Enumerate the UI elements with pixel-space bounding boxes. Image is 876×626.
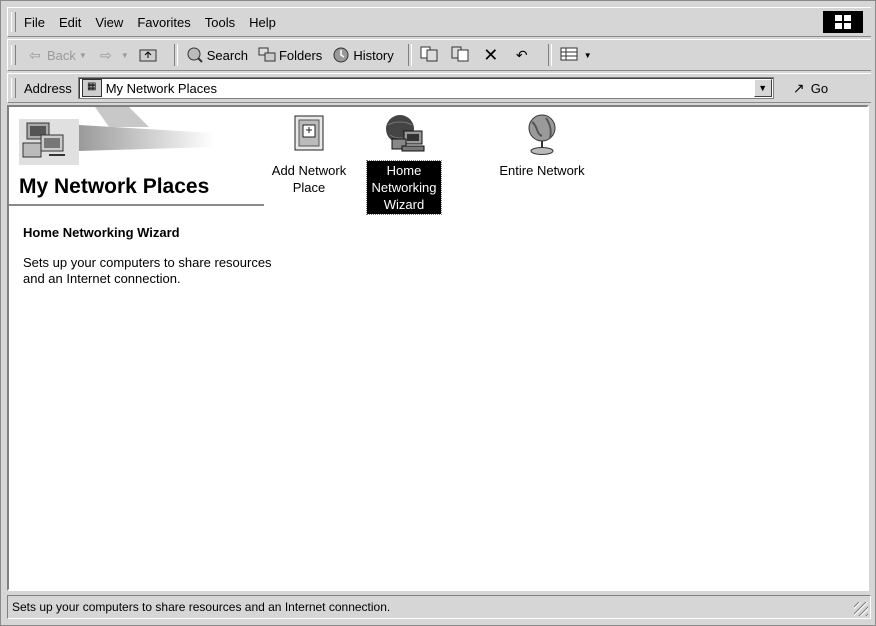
menu-bar-grip[interactable]	[11, 12, 16, 32]
toolbar-separator	[173, 44, 178, 66]
explorer-window: File Edit View Favorites Tools Help ⇦ Ba…	[0, 0, 876, 626]
item-add-network-place[interactable]: Add Network Place	[264, 111, 354, 197]
status-text: Sets up your computers to share resource…	[12, 600, 391, 614]
back-dropdown-icon[interactable]: ▼	[79, 51, 87, 60]
address-dropdown-button[interactable]: ▼	[753, 79, 772, 97]
network-places-banner-icon	[19, 107, 214, 165]
item-entire-network[interactable]: Entire Network	[497, 111, 587, 180]
search-button[interactable]: Search	[184, 42, 250, 68]
title-divider	[9, 204, 264, 206]
selected-item-description: Sets up your computers to share resource…	[23, 255, 272, 286]
menu-bar: File Edit View Favorites Tools Help	[7, 7, 871, 37]
network-places-icon: ▦	[81, 79, 102, 97]
views-dropdown-icon[interactable]: ▼	[584, 51, 592, 60]
address-label: Address	[24, 80, 72, 96]
toolbar-grip[interactable]	[11, 45, 16, 65]
back-button[interactable]: ⇦ Back ▼	[24, 42, 89, 68]
standard-toolbar: ⇦ Back ▼ ⇨ ▼ Search Folders History ✕ ↶ …	[7, 39, 871, 71]
back-arrow-icon: ⇦	[29, 47, 41, 63]
search-icon	[186, 46, 204, 64]
item-label: Add Network Place	[271, 163, 347, 195]
address-field[interactable]: ▦ My Network Places ▼	[77, 77, 774, 99]
delete-x-icon: ✕	[483, 45, 499, 65]
forward-arrow-icon: ⇨	[99, 47, 112, 63]
folders-button[interactable]: Folders	[256, 42, 324, 68]
windows-logo-icon	[823, 11, 863, 33]
add-network-place-icon	[286, 111, 332, 157]
panel-title: My Network Places	[19, 175, 210, 198]
item-label: Entire Network	[499, 163, 585, 178]
selected-item-heading: Home Networking Wizard	[23, 225, 180, 240]
undo-button[interactable]: ↶	[511, 42, 536, 68]
copy-to-button[interactable]	[449, 42, 474, 68]
folders-icon	[258, 46, 276, 64]
go-button[interactable]: ↗ Go	[790, 79, 828, 97]
forward-dropdown-icon[interactable]: ▼	[121, 51, 129, 60]
copy-to-icon	[451, 46, 469, 64]
folders-label: Folders	[278, 47, 323, 63]
history-icon	[332, 46, 350, 64]
resize-grip-icon[interactable]	[854, 602, 868, 616]
back-label: Back	[47, 47, 76, 63]
menu-file[interactable]: File	[24, 15, 45, 30]
address-bar: Address ▦ My Network Places ▼ ↗ Go	[7, 73, 871, 103]
forward-button[interactable]: ⇨ ▼	[95, 42, 131, 68]
address-bar-grip[interactable]	[11, 78, 16, 98]
globe-icon	[519, 111, 565, 157]
views-button[interactable]: ▼	[558, 42, 594, 68]
home-networking-wizard-icon	[381, 111, 427, 157]
menu-favorites[interactable]: Favorites	[137, 15, 190, 30]
move-to-icon	[420, 46, 438, 64]
go-arrow-icon: ↗	[792, 80, 805, 96]
views-icon	[560, 46, 578, 64]
menu-edit[interactable]: Edit	[59, 15, 81, 30]
status-bar: Sets up your computers to share resource…	[7, 595, 871, 619]
toolbar-separator	[547, 44, 552, 66]
search-label: Search	[206, 47, 248, 63]
menu-view[interactable]: View	[95, 15, 123, 30]
folder-content[interactable]: My Network Places Home Networking Wizard…	[7, 105, 869, 591]
undo-icon: ↶	[515, 47, 528, 63]
item-label: Home Networking Wizard	[366, 160, 442, 215]
history-label: History	[353, 47, 394, 63]
up-folder-button[interactable]	[137, 42, 162, 68]
up-folder-icon	[139, 46, 157, 64]
menu-help[interactable]: Help	[249, 15, 276, 30]
go-label: Go	[810, 80, 829, 96]
toolbar-separator	[407, 44, 412, 66]
history-button[interactable]: History	[330, 42, 395, 68]
menu-tools[interactable]: Tools	[205, 15, 235, 30]
move-to-button[interactable]	[418, 42, 443, 68]
item-home-networking-wizard[interactable]: Home Networking Wizard	[359, 111, 449, 215]
delete-button[interactable]: ✕	[480, 42, 505, 68]
address-value: My Network Places	[105, 80, 217, 96]
